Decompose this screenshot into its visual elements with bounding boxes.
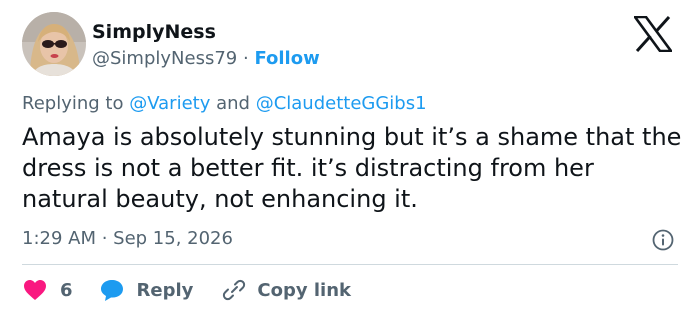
author-avatar[interactable] bbox=[22, 12, 86, 76]
like-count: 6 bbox=[60, 279, 73, 301]
x-logo-icon[interactable] bbox=[633, 15, 673, 53]
copy-link-button[interactable]: Copy link bbox=[221, 278, 351, 302]
divider bbox=[22, 264, 678, 265]
profile-photo-icon bbox=[22, 12, 86, 76]
tweet-timestamp[interactable]: 1:29 AM · Sep 15, 2026 bbox=[22, 227, 233, 251]
author-handle-row: @SimplyNess79 · Follow bbox=[92, 47, 320, 71]
info-icon[interactable] bbox=[651, 228, 675, 252]
mention-link[interactable]: @ClaudetteGGibs1 bbox=[256, 93, 427, 114]
reply-button[interactable]: Reply bbox=[99, 278, 194, 302]
tweet-text: Amaya is absolutely stunning but it’s a … bbox=[22, 123, 682, 213]
reply-prefix: Replying to bbox=[22, 93, 124, 114]
reply-context: Replying to @Variety and @ClaudetteGGibs… bbox=[22, 92, 427, 116]
link-icon bbox=[223, 279, 246, 301]
copy-link-label: Copy link bbox=[257, 279, 351, 301]
handle-separator: · bbox=[242, 48, 249, 69]
reply-label: Reply bbox=[136, 279, 194, 301]
mention-link[interactable]: @Variety bbox=[129, 93, 210, 114]
like-button[interactable]: 6 bbox=[22, 278, 73, 302]
reply-conjunction: and bbox=[216, 93, 250, 114]
follow-button[interactable]: Follow bbox=[254, 48, 319, 69]
heart-icon bbox=[24, 280, 46, 300]
action-bar: 6 Reply Copy link bbox=[22, 276, 351, 304]
author-handle[interactable]: @SimplyNess79 bbox=[92, 48, 237, 69]
author-name[interactable]: SimplyNess bbox=[92, 20, 216, 44]
speech-bubble-icon bbox=[100, 280, 123, 301]
